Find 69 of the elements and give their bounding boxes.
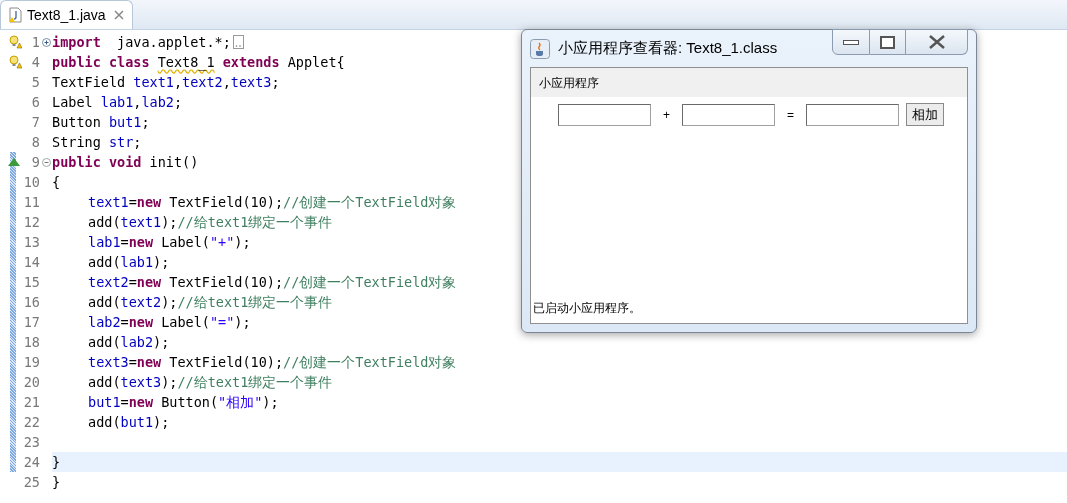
status-text: 已启动小应用程序。 [533,301,641,315]
override-triangle-icon[interactable] [8,158,20,166]
code-line: Button but1; [52,113,150,132]
code-line: add(text2);//给text1绑定一个事件 [87,293,333,312]
code-line: text2=new TextField(10);//创建一个TextField对象 [87,273,457,292]
line-number: 6 [30,93,40,112]
text-field[interactable] [558,103,651,126]
line-number: 22 [22,413,40,432]
code-line: } [52,473,61,492]
code-line: add(lab1); [87,253,170,272]
code-line: lab1=new Label("+"); [87,233,251,252]
maximize-button[interactable] [870,29,906,55]
collapse-icon[interactable] [41,157,51,167]
code-line: add(lab2); [87,333,170,352]
line-number: 13 [22,233,40,252]
line-number: 1 [30,33,40,52]
operator-label: + [663,106,670,124]
line-number: 20 [22,373,40,392]
code-line: public void init() [52,153,199,172]
line-number: 9 [30,153,40,172]
code-line: add(text3);//给text1绑定一个事件 [87,373,333,392]
text-field[interactable] [682,103,775,126]
line-number: 12 [22,213,40,232]
line-number: 5 [30,73,40,92]
line-number: 15 [22,273,40,292]
code-line: { [52,173,61,192]
menu-item[interactable]: 小应用程序 [539,73,599,92]
text-field[interactable] [806,103,899,126]
tab-title: Text8_1.java [27,5,106,25]
line-number: 24 [22,453,40,472]
line-number: 19 [22,353,40,372]
close-icon [927,35,946,49]
code-line: TextField text1,text2,text3; [52,73,280,92]
code-line: } [52,453,61,472]
code-line: but1=new Button("相加"); [87,393,279,412]
line-number: 11 [22,193,40,212]
editor-tab[interactable]: Text8_1.java [0,0,133,29]
code-line: text1=new TextField(10);//创建一个TextField对象 [87,193,457,212]
add-button[interactable]: 相加 [906,103,944,126]
line-number: 10 [22,173,40,192]
line-number: 4 [30,53,40,72]
expand-icon[interactable] [41,37,51,47]
line-number: 18 [22,333,40,352]
code-line: text3=new TextField(10);//创建一个TextField对象 [87,353,457,372]
line-number: 16 [22,293,40,312]
java-cup-icon [530,38,550,59]
warning-bulb-icon[interactable] [8,55,22,69]
code-line: add(but1); [87,413,170,432]
minimize-button[interactable] [832,29,870,55]
code-line: add(text1);//给text1绑定一个事件 [87,213,333,232]
line-number: 23 [22,433,40,452]
close-button[interactable] [906,29,968,55]
line-number: 21 [22,393,40,412]
code-line: String str; [52,133,142,152]
code-line: import java.applet.*; [52,33,231,52]
code-line: Label lab1,lab2; [52,93,183,112]
operator-label: = [787,106,794,124]
line-number: 8 [30,133,40,152]
folded-code-icon[interactable] [232,35,244,49]
line-number: 25 [22,473,40,492]
java-file-icon [9,7,23,23]
close-icon[interactable] [113,10,124,20]
code-line: lab2=new Label("="); [87,313,251,332]
line-number: 17 [22,313,40,332]
line-number: 7 [30,113,40,132]
code-line: public class Text8_1 extends Applet{ [52,53,345,72]
window-title: 小应用程序查看器: Text8_1.class [558,38,778,59]
line-number: 14 [22,253,40,272]
warning-bulb-icon[interactable] [8,35,22,49]
